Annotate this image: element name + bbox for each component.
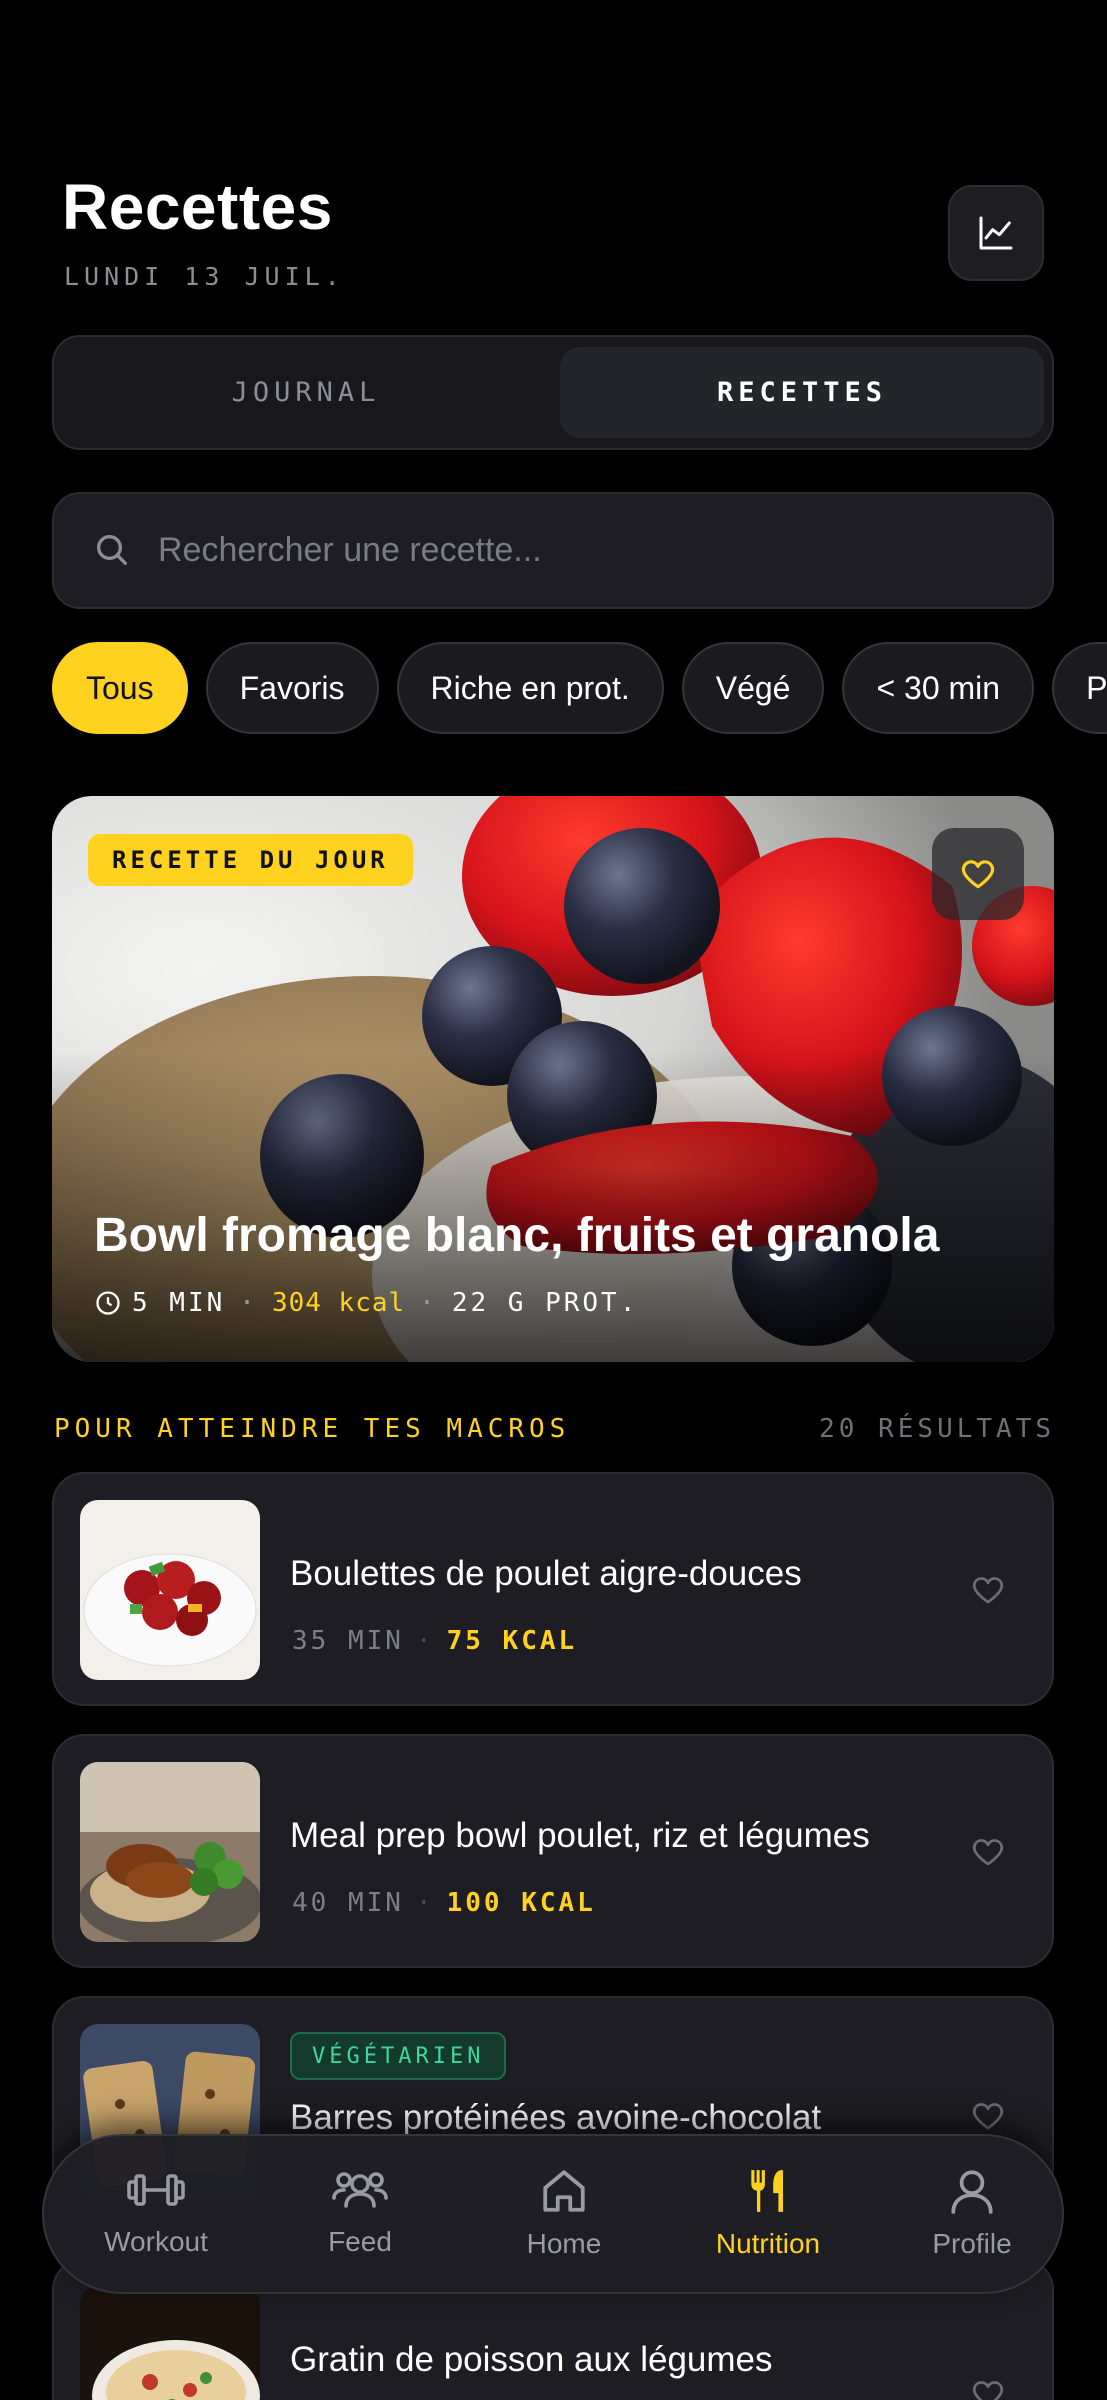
recipe-meta: 35 MIN · 75 KCAL <box>292 1626 577 1656</box>
page-date: LUNDI 13 JUIL. <box>64 262 345 291</box>
filter-chips: TousFavorisRiche en prot.Végé< 30 minPe <box>52 642 1107 734</box>
nav-label: Workout <box>104 2226 208 2257</box>
nav-home[interactable]: Home <box>462 2136 666 2292</box>
recipe-name: Barres protéinées avoine-chocolat <box>290 2098 822 2137</box>
dumbbell-icon <box>127 2174 185 2206</box>
filter-chip-veggie[interactable]: Végé <box>681 642 825 734</box>
recipe-name: Gratin de poisson aux légumes <box>290 2340 773 2379</box>
trend-chart-icon <box>979 216 1013 250</box>
heart-icon[interactable] <box>970 1834 1006 1870</box>
recipe-kcal: 75 KCAL <box>446 1626 578 1656</box>
recipe-meta: 40 MIN · 100 KCAL <box>292 1888 596 1918</box>
nav-label: Home <box>526 2228 602 2259</box>
home-icon <box>543 2170 585 2212</box>
search-icon <box>97 535 128 565</box>
recipe-kcal: 100 KCAL <box>446 1888 596 1918</box>
recipe-time: 40 MIN <box>292 1888 404 1918</box>
nav-profile[interactable]: Profile <box>870 2136 1074 2292</box>
heart-icon[interactable] <box>970 1572 1006 1608</box>
filter-chip-under-30[interactable]: < 30 min <box>842 642 1035 734</box>
clock-icon <box>96 1291 120 1315</box>
search-bar <box>52 492 1054 609</box>
recipe-card[interactable]: Meal prep bowl poulet, riz et légumes 40… <box>52 1734 1054 1968</box>
recipe-time: 35 MIN <box>292 1626 404 1656</box>
tab-recipes[interactable]: RECETTES <box>560 347 1044 438</box>
page-title: Recettes <box>62 171 333 243</box>
filter-chip-all[interactable]: Tous <box>52 642 188 734</box>
recipe-of-the-day-badge: RECETTE DU JOUR <box>88 834 413 886</box>
featured-kcal: 304 kcal <box>271 1288 406 1318</box>
filter-chip-more[interactable]: Pe <box>1052 642 1107 734</box>
bottom-nav: Workout Feed Home Nutrition Profile <box>42 2134 1064 2294</box>
featured-favorite-button[interactable] <box>932 828 1024 920</box>
heart-icon[interactable] <box>970 2098 1006 2134</box>
featured-time: 5 MIN <box>132 1288 226 1318</box>
nav-label: Nutrition <box>715 2228 821 2259</box>
tab-journal[interactable]: JOURNAL <box>64 347 548 438</box>
filter-chip-high-protein[interactable]: Riche en prot. <box>396 642 664 734</box>
recipe-thumbnail <box>80 1762 260 1942</box>
filter-chip-favorites[interactable]: Favoris <box>205 642 379 734</box>
nav-label: Profile <box>932 2228 1012 2259</box>
nav-nutrition[interactable]: Nutrition <box>666 2136 870 2292</box>
heart-icon[interactable] <box>970 2376 1006 2400</box>
user-icon <box>951 2170 993 2214</box>
view-segmented-control: JOURNAL RECETTES <box>52 335 1054 450</box>
featured-protein: 22 G PROT. <box>451 1288 639 1318</box>
search-input[interactable] <box>158 494 1018 607</box>
fork-knife-icon <box>751 2170 783 2212</box>
heart-icon <box>961 860 995 889</box>
meta-separator: · <box>419 1288 438 1318</box>
recipe-thumbnail <box>80 2286 260 2400</box>
nav-workout[interactable]: Workout <box>54 2136 258 2292</box>
recipe-name: Meal prep bowl poulet, riz et légumes <box>290 1816 870 1855</box>
featured-recipe-card[interactable]: RECETTE DU JOUR Bowl fromage blanc, frui… <box>52 796 1054 1362</box>
recipe-thumbnail <box>80 1500 260 1680</box>
meta-separator: · <box>415 1626 435 1656</box>
results-count: 20 RÉSULTATS <box>819 1414 1055 1444</box>
meta-separator: · <box>415 1888 435 1918</box>
stats-button[interactable] <box>948 185 1044 281</box>
featured-recipe-meta: 5 MIN · 304 kcal · 22 G PROT. <box>94 1288 638 1318</box>
nav-label: Feed <box>328 2226 392 2257</box>
users-icon <box>332 2172 388 2208</box>
meta-separator: · <box>239 1288 258 1318</box>
section-title: POUR ATTEINDRE TES MACROS <box>54 1414 571 1444</box>
nav-feed[interactable]: Feed <box>258 2136 462 2292</box>
recipe-name: Boulettes de poulet aigre-douces <box>290 1554 802 1593</box>
featured-recipe-title: Bowl fromage blanc, fruits et granola <box>94 1209 940 1262</box>
vegetarian-badge: VÉGÉTARIEN <box>290 2032 507 2080</box>
recipe-card[interactable]: Boulettes de poulet aigre-douces 35 MIN ·… <box>52 1472 1054 1706</box>
